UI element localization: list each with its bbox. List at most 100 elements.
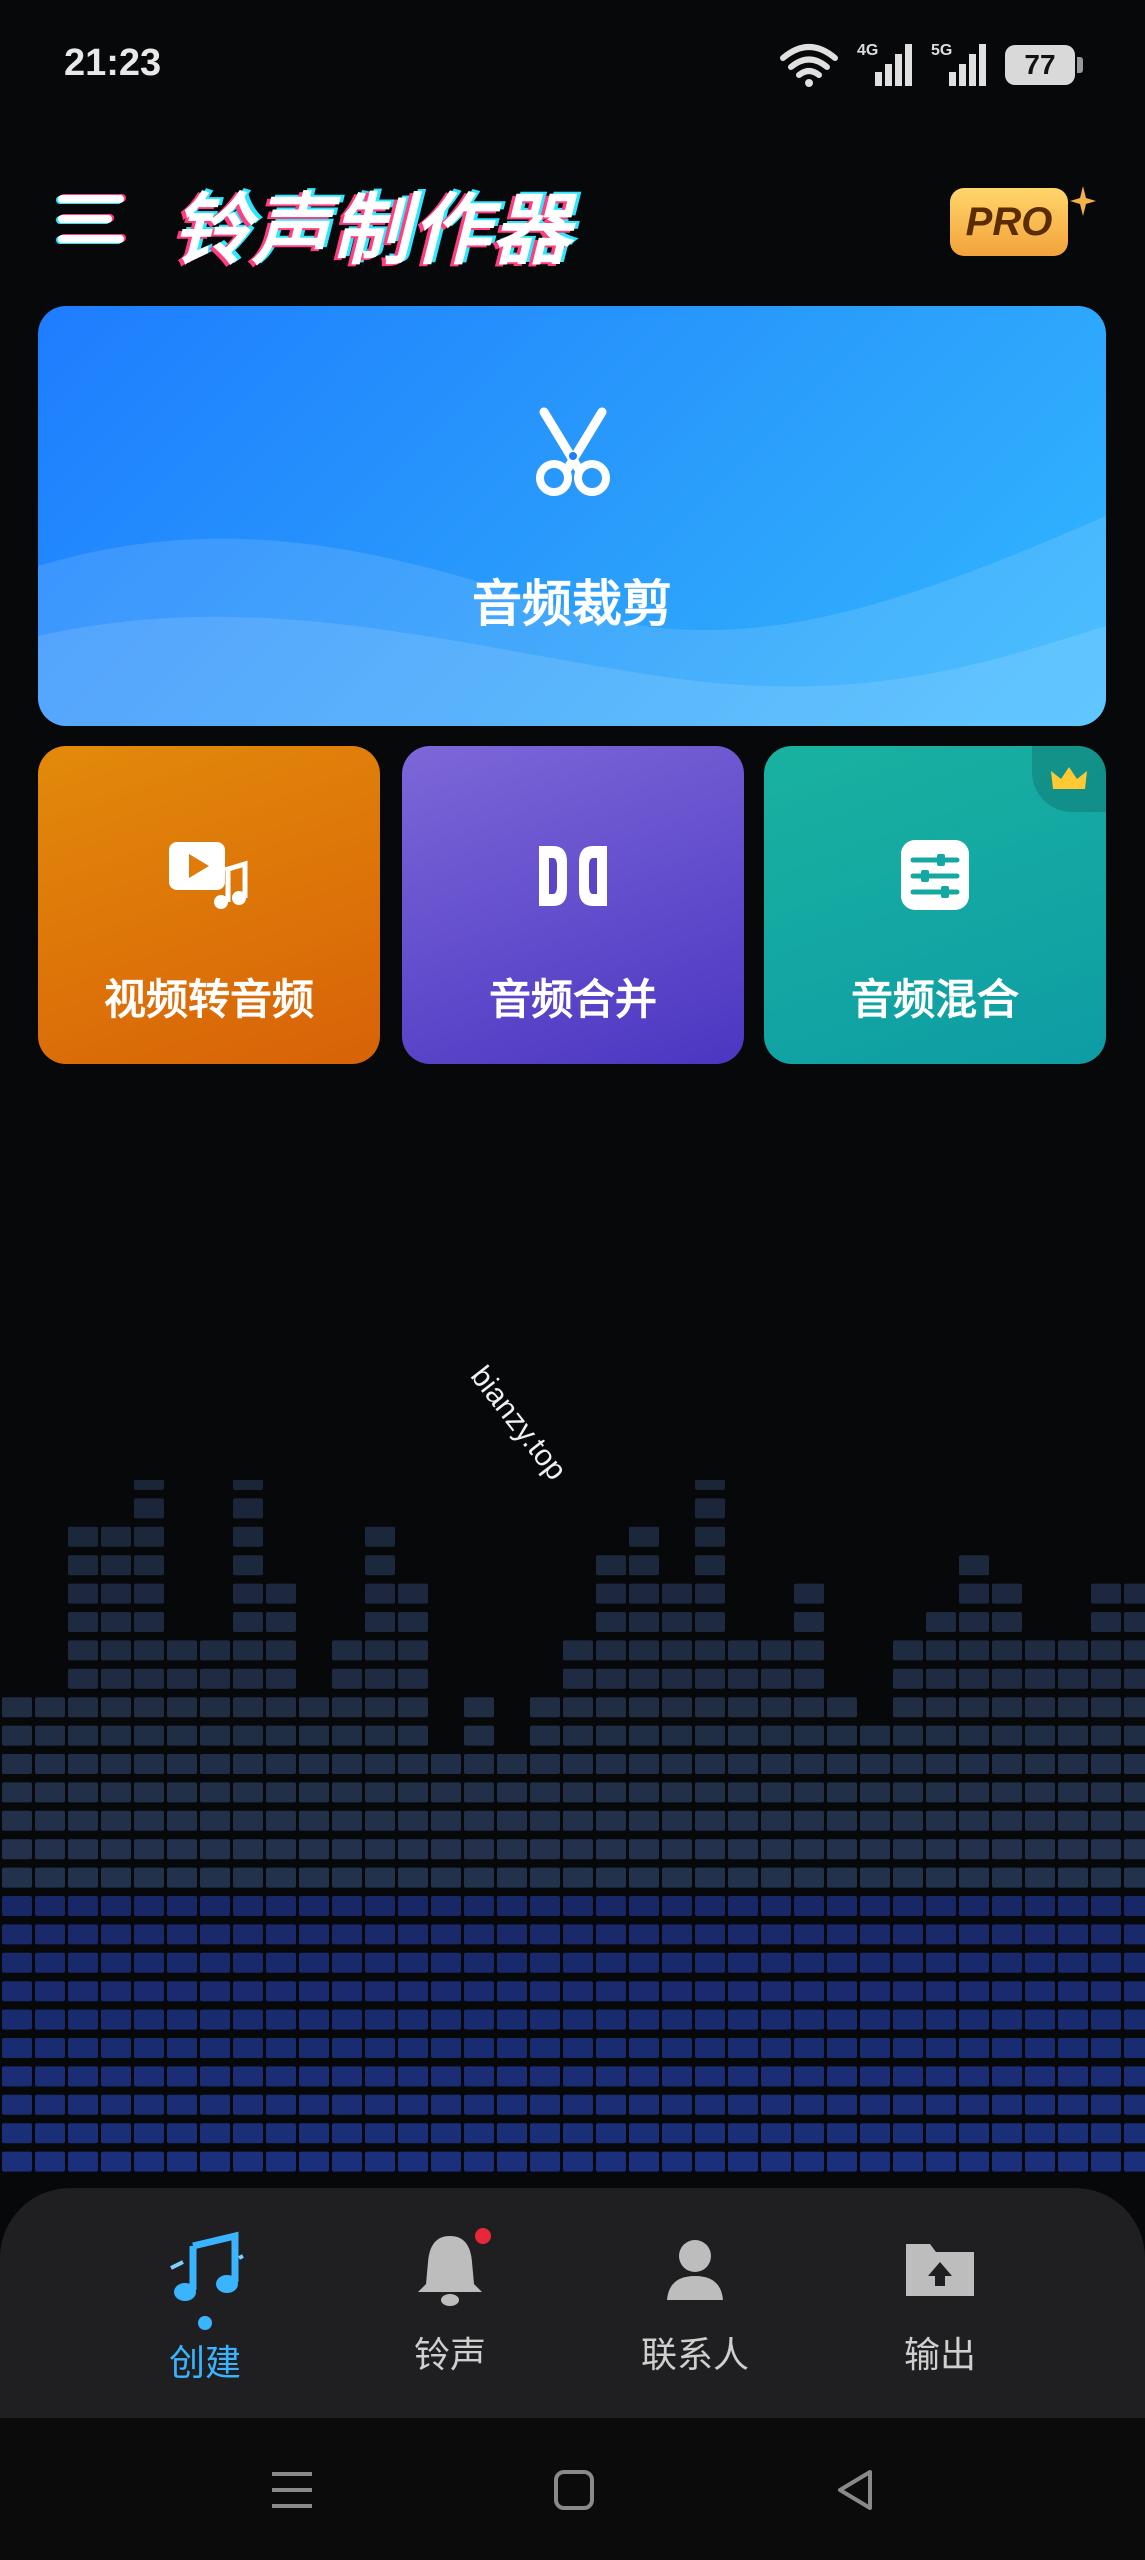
eq-block — [959, 1555, 989, 1576]
eq-block — [167, 2094, 197, 2115]
eq-block — [530, 2066, 560, 2087]
eq-block — [596, 1754, 626, 1774]
nav-ringtone[interactable]: 铃声 — [365, 2228, 535, 2388]
eq-block — [695, 2123, 725, 2144]
eq-block — [926, 1612, 956, 1632]
eq-block — [1091, 1896, 1121, 1916]
eq-block — [2, 1952, 32, 1973]
eq-block — [959, 2066, 989, 2087]
eq-block — [926, 1782, 956, 1803]
eq-block — [860, 2038, 890, 2058]
eq-block — [1025, 2009, 1055, 2030]
eq-block — [497, 2151, 527, 2172]
recent-apps-icon[interactable] — [262, 2462, 322, 2518]
audio-cut-card[interactable]: 音频裁剪 — [38, 306, 1106, 726]
eq-block — [1091, 2094, 1121, 2115]
back-icon[interactable] — [826, 2462, 886, 2518]
eq-block — [992, 1668, 1022, 1689]
eq-block — [728, 2123, 758, 2144]
eq-block — [563, 1782, 593, 1803]
eq-block — [662, 1867, 692, 1888]
home-icon[interactable] — [544, 2462, 604, 2518]
eq-block — [68, 2038, 98, 2058]
crown-icon — [1032, 746, 1106, 812]
eq-block — [1091, 2123, 1121, 2144]
app-title: 铃声制作器 — [172, 186, 573, 276]
eq-block — [134, 1896, 164, 1916]
eq-block — [926, 1896, 956, 1916]
eq-block — [596, 1668, 626, 1689]
eq-block — [1091, 1782, 1121, 1803]
eq-block — [959, 1583, 989, 1604]
eq-block — [398, 2151, 428, 2172]
eq-block — [134, 1555, 164, 1576]
pro-button[interactable]: PRO — [950, 188, 1068, 256]
eq-block — [662, 1896, 692, 1916]
eq-block — [398, 1782, 428, 1803]
eq-block — [101, 2038, 131, 2058]
eq-block — [563, 1952, 593, 1973]
eq-block — [1124, 2066, 1145, 2087]
eq-block — [761, 2009, 791, 2030]
eq-block — [398, 1754, 428, 1774]
nav-contacts[interactable]: 联系人 — [610, 2228, 780, 2388]
eq-block — [134, 1612, 164, 1632]
eq-block — [1124, 1782, 1145, 1803]
eq-block — [431, 2123, 461, 2144]
nav-create[interactable]: 创建 — [120, 2228, 290, 2388]
eq-block — [794, 1924, 824, 1945]
eq-block — [761, 1782, 791, 1803]
eq-block — [992, 1896, 1022, 1916]
eq-block — [299, 1952, 329, 1973]
eq-block — [2, 2151, 32, 2172]
signal-4g-icon: 4G — [857, 42, 913, 88]
eq-block — [365, 1668, 395, 1689]
eq-block — [497, 1754, 527, 1774]
eq-block — [200, 1981, 230, 2002]
eq-block — [860, 1867, 890, 1888]
eq-block — [992, 1839, 1022, 1860]
eq-block — [1058, 2123, 1088, 2144]
eq-block — [794, 2094, 824, 2115]
eq-block — [68, 1668, 98, 1689]
eq-block — [1058, 2151, 1088, 2172]
eq-block — [233, 1782, 263, 1803]
eq-block — [134, 1981, 164, 2002]
eq-block — [134, 1697, 164, 1718]
eq-block — [299, 2123, 329, 2144]
eq-block — [596, 2038, 626, 2058]
eq-block — [431, 1754, 461, 1774]
menu-icon[interactable] — [52, 180, 132, 260]
eq-block — [1091, 1839, 1121, 1860]
eq-block — [497, 1782, 527, 1803]
eq-block — [662, 2038, 692, 2058]
video-to-audio-card[interactable]: 视频转音频 — [38, 746, 380, 1064]
app-header: 铃声制作器 PRO — [0, 160, 1145, 280]
eq-block — [134, 2009, 164, 2030]
audio-mix-card[interactable]: 音频混合 — [764, 746, 1106, 1064]
eq-block — [101, 1981, 131, 2002]
nav-output-label: 输出 — [903, 2335, 976, 2376]
audio-merge-card[interactable]: 音频合并 — [402, 746, 744, 1064]
eq-block — [332, 2009, 362, 2030]
eq-block — [332, 1924, 362, 1945]
eq-block — [596, 1981, 626, 2002]
eq-block — [167, 1896, 197, 1916]
eq-block — [893, 1981, 923, 2002]
eq-block — [1025, 1896, 1055, 1916]
eq-block — [596, 1896, 626, 1916]
eq-block — [563, 1697, 593, 1718]
nav-output[interactable]: 输出 — [855, 2228, 1025, 2388]
eq-block — [464, 1867, 494, 1888]
eq-block — [761, 1668, 791, 1689]
eq-block — [1124, 1810, 1145, 1831]
eq-block — [431, 1839, 461, 1860]
eq-block — [134, 1952, 164, 1973]
eq-block — [728, 1697, 758, 1718]
eq-block — [662, 2066, 692, 2087]
eq-block — [1025, 1725, 1055, 1746]
eq-block — [497, 1839, 527, 1860]
eq-block — [629, 1668, 659, 1689]
eq-block — [695, 2151, 725, 2172]
eq-block — [629, 1981, 659, 2002]
